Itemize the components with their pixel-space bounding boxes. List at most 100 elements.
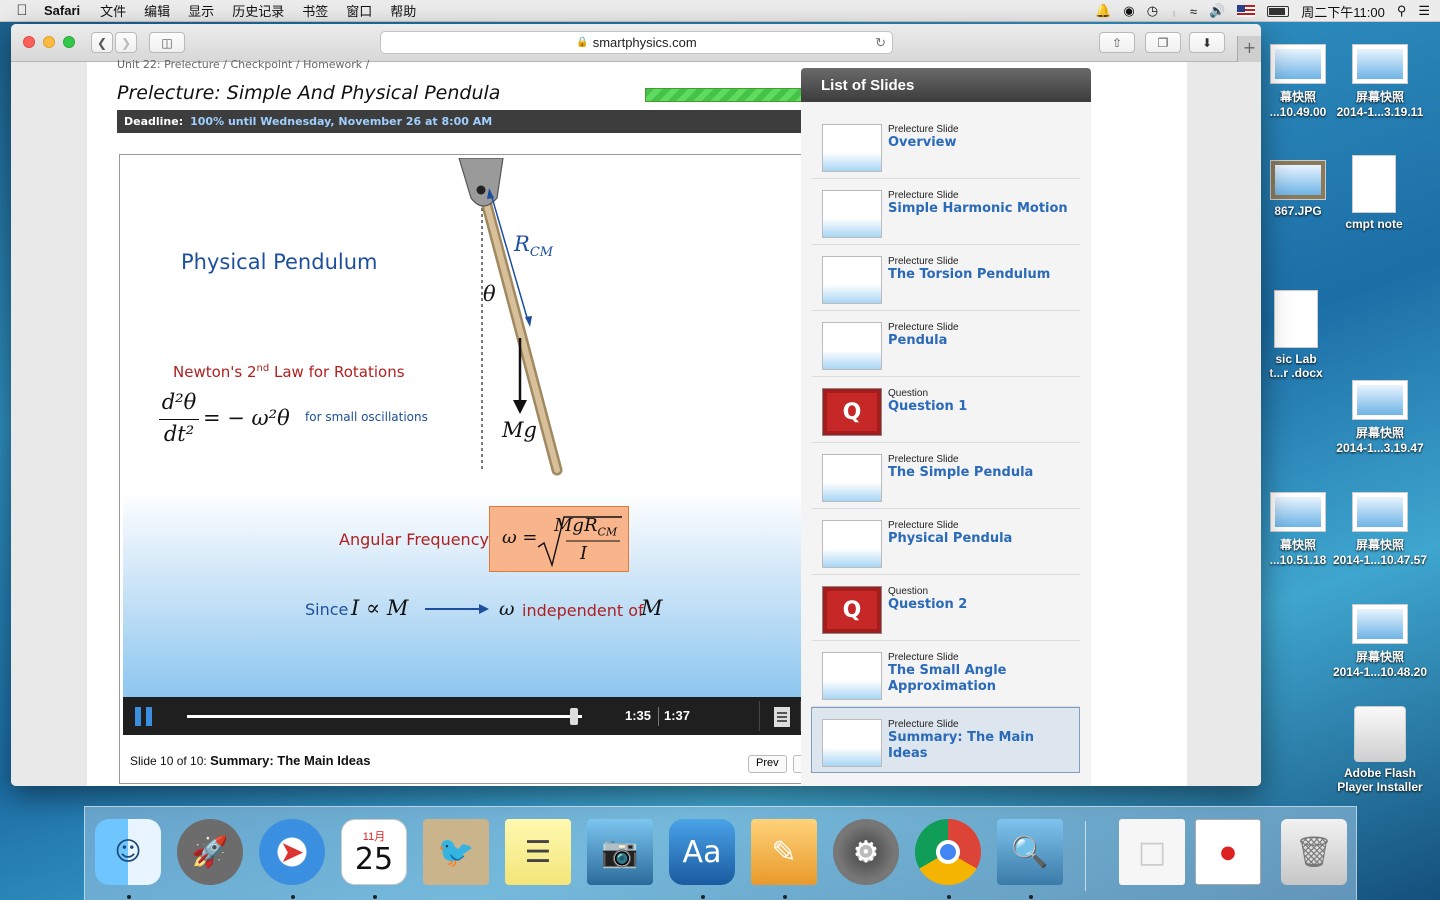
- close-window-button[interactable]: [23, 36, 35, 48]
- mg-label: Mg: [502, 418, 537, 442]
- time-machine-icon[interactable]: ◷: [1147, 3, 1158, 19]
- app-menu-safari[interactable]: Safari: [44, 3, 80, 18]
- running-indicator: [947, 895, 951, 899]
- wifi-icon[interactable]: ≈: [1190, 4, 1197, 19]
- calendar-icon[interactable]: 11月 25: [341, 819, 407, 885]
- running-indicator: [1029, 895, 1033, 899]
- desktop-icon-screenshot[interactable]: 屏幕快照 2014-1...10.47.57: [1330, 492, 1430, 567]
- controls-divider: [759, 701, 760, 731]
- prev-button[interactable]: Prev: [748, 755, 787, 773]
- share-button[interactable]: ⇧: [1099, 32, 1135, 53]
- system-preferences-icon[interactable]: ⚙: [833, 819, 899, 885]
- sidebar-toggle-button[interactable]: ◫: [149, 32, 185, 53]
- slide-list-item[interactable]: Prelecture Slide Pendula: [812, 311, 1080, 377]
- ode-numerator: d²θ: [161, 390, 197, 414]
- current-time: 1:35: [625, 708, 652, 723]
- lock-icon: 🔒: [576, 37, 589, 48]
- player-controls: 1:35 1:37 CC: [123, 697, 841, 735]
- slide-list-item[interactable]: Prelecture Slide The Torsion Pendulum: [812, 245, 1080, 311]
- slide-list-item[interactable]: Prelecture Slide The Small Angle Approxi…: [812, 641, 1080, 707]
- angular-frequency-label: Angular Frequency: [339, 530, 489, 549]
- slide-list-item-active[interactable]: Prelecture Slide Summary: The Main Ideas: [811, 707, 1080, 773]
- menu-bookmarks[interactable]: 书签: [302, 1, 328, 20]
- desktop-icon-screenshot[interactable]: 屏幕快照 2014-1...3.19.11: [1330, 44, 1430, 119]
- desktop-icon-flash-installer[interactable]: Adobe Flash Player Installer: [1330, 706, 1430, 794]
- image-capture-icon[interactable]: 🐦: [423, 819, 489, 885]
- preview-icon[interactable]: 🔍: [997, 819, 1063, 885]
- reload-icon[interactable]: ↻: [875, 35, 886, 51]
- trash-icon[interactable]: 🗑: [1281, 819, 1347, 885]
- back-button[interactable]: ❮: [91, 32, 113, 53]
- theta-label: θ: [483, 282, 496, 306]
- chrome-icon[interactable]: [915, 819, 981, 885]
- zoom-window-button[interactable]: [63, 36, 75, 48]
- question-thumbnail-icon: Q: [822, 388, 882, 436]
- breadcrumb[interactable]: Unit 22: Prelecture / Checkpoint / Homew…: [117, 58, 369, 71]
- finder-icon[interactable]: ☺: [95, 819, 161, 885]
- notes-icon[interactable]: ☰: [505, 819, 571, 885]
- slide-thumbnail: [822, 190, 882, 238]
- ode-fraction-bar: [159, 419, 199, 420]
- downloads-stack-icon[interactable]: ●: [1195, 819, 1261, 885]
- chevron-left-icon: ❮: [96, 35, 108, 50]
- menu-history[interactable]: 历史记录: [232, 1, 284, 20]
- seek-handle[interactable]: [570, 708, 579, 725]
- slide-list-item[interactable]: Q Question Question 1: [812, 377, 1080, 443]
- deadline-value: 100% until Wednesday, November 26 at 8:0…: [190, 115, 493, 128]
- forward-button[interactable]: ❯: [115, 32, 137, 53]
- pause-button[interactable]: [135, 707, 153, 726]
- slide-list-item[interactable]: Q Question Question 2: [812, 575, 1080, 641]
- menu-clock[interactable]: 周二下午11:00: [1301, 2, 1385, 21]
- angular-frequency-formula: ω = MgRCM I: [489, 506, 629, 572]
- search-icon[interactable]: ⚲: [1397, 3, 1407, 19]
- slide-list-item[interactable]: Prelecture Slide Simple Harmonic Motion: [812, 179, 1080, 245]
- menu-window[interactable]: 窗口: [346, 1, 372, 20]
- slide-thumbnail: [822, 719, 882, 767]
- screenshot-thumbnail-icon: [1352, 380, 1408, 420]
- transcript-icon[interactable]: [774, 707, 790, 727]
- document-stack-icon[interactable]: □: [1119, 819, 1185, 885]
- address-bar[interactable]: 🔒 smartphysics.com ↻: [380, 31, 893, 54]
- time-divider: [658, 707, 659, 726]
- slide-list-item[interactable]: Prelecture Slide Physical Pendula: [812, 509, 1080, 575]
- volume-icon[interactable]: 🔊: [1209, 3, 1225, 19]
- sidebar-icon: ◫: [161, 35, 173, 50]
- menu-bar:  Safari 文件 编辑 显示 历史记录 书签 窗口 帮助 🔔 ◉ ◷ ᛧ …: [0, 0, 1440, 22]
- iphoto-icon[interactable]: 📷: [587, 819, 653, 885]
- menu-edit[interactable]: 编辑: [144, 1, 170, 20]
- pages-icon[interactable]: ✎: [751, 819, 817, 885]
- battery-icon[interactable]: [1267, 5, 1290, 17]
- desktop-icon-docx[interactable]: sic Lab t...r .docx: [1246, 290, 1346, 380]
- input-source-flag-icon[interactable]: [1237, 5, 1256, 17]
- screenshot-thumbnail-icon: [1352, 604, 1408, 644]
- notification-center-icon[interactable]: ☰: [1418, 3, 1430, 19]
- minimize-window-button[interactable]: [43, 36, 55, 48]
- desktop-icon-cmpt-note[interactable]: cmpt note: [1324, 155, 1424, 231]
- menu-file[interactable]: 文件: [100, 1, 126, 20]
- tabs-overview-button[interactable]: ❐: [1145, 32, 1181, 53]
- apple-menu-icon[interactable]: : [0, 2, 44, 19]
- implies-arrow-icon: [425, 604, 489, 614]
- since-label: Since: [305, 600, 349, 619]
- sidebar-title: List of Slides: [801, 68, 1091, 102]
- downloads-button[interactable]: ⬇: [1189, 32, 1225, 53]
- slide-thumbnail: [822, 322, 882, 370]
- slide-list-item[interactable]: Prelecture Slide The Simple Pendula: [812, 443, 1080, 509]
- menu-help[interactable]: 帮助: [390, 1, 416, 20]
- bluetooth-icon[interactable]: ᛧ: [1170, 4, 1178, 19]
- omega-symbol: ω: [499, 598, 515, 620]
- spotlight-alt-icon[interactable]: ◉: [1123, 3, 1134, 19]
- mass-symbol: M: [641, 596, 663, 620]
- safari-icon[interactable]: ➤: [259, 819, 325, 885]
- screenshot-thumbnail-icon: [1352, 44, 1408, 84]
- new-tab-button[interactable]: +: [1237, 36, 1261, 62]
- slide-list-item[interactable]: Prelecture Slide Overview: [812, 113, 1080, 179]
- launchpad-icon[interactable]: 🚀: [177, 819, 243, 885]
- seek-track[interactable]: [187, 715, 582, 718]
- desktop-icon-screenshot[interactable]: 屏幕快照 2014-1...3.19.47: [1330, 380, 1430, 455]
- notification-bell-icon[interactable]: 🔔: [1095, 3, 1111, 19]
- desktop-icon-screenshot[interactable]: 屏幕快照 2014-1...10.48.20: [1330, 604, 1430, 679]
- dictionary-icon[interactable]: Aa: [669, 819, 735, 885]
- slide-thumbnail: [822, 652, 882, 700]
- menu-view[interactable]: 显示: [188, 1, 214, 20]
